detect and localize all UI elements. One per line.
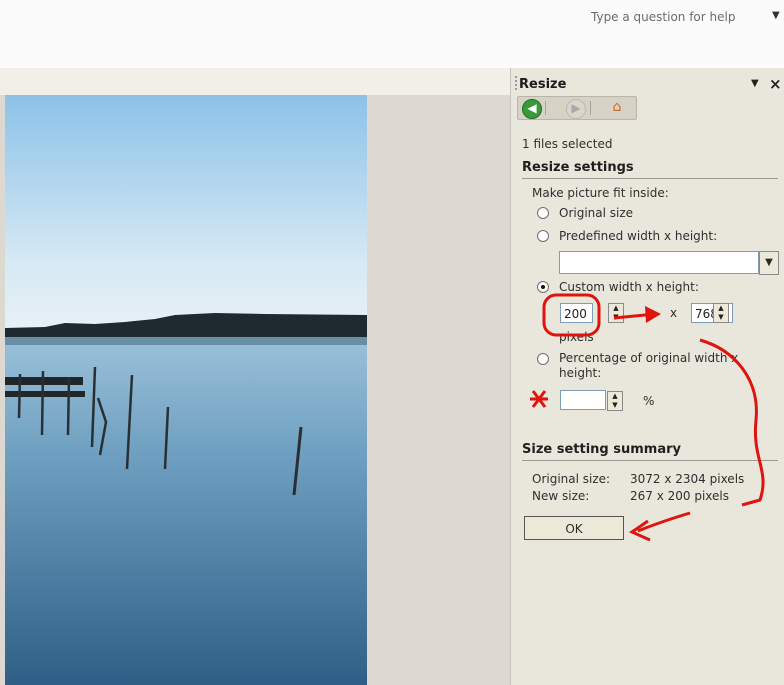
divider	[522, 460, 778, 461]
ok-button[interactable]: OK	[524, 516, 624, 540]
pixels-label: pixels	[559, 330, 594, 344]
make-fit-label: Make picture fit inside:	[532, 186, 669, 200]
width-spinner[interactable]: ▲ ▼	[608, 303, 624, 323]
predefined-size-radio[interactable]	[537, 230, 549, 242]
home-icon[interactable]: ⌂	[608, 99, 626, 117]
height-spinner[interactable]: ▲ ▼	[713, 303, 729, 323]
custom-width-input[interactable]: 200	[560, 303, 593, 323]
predefined-size-label[interactable]: Predefined width x height:	[559, 229, 717, 243]
times-label: x	[670, 306, 678, 320]
nav-separator	[590, 101, 591, 115]
close-icon[interactable]: ×	[769, 75, 782, 93]
resize-settings-heading: Resize settings	[522, 160, 634, 175]
pane-menu-dropdown-icon[interactable]: ▼	[751, 78, 759, 89]
predefined-size-select[interactable]	[559, 251, 759, 274]
new-size-summary-value: 267 x 200 pixels	[630, 489, 730, 503]
divider	[522, 178, 778, 179]
original-size-label[interactable]: Original size	[559, 206, 633, 220]
document-area	[0, 68, 510, 685]
dropdown-arrow-icon[interactable]: ▼	[759, 251, 779, 275]
lake-photo	[5, 95, 367, 685]
percent-symbol: %	[643, 394, 655, 408]
help-bar: Type a question for help ▼	[0, 0, 784, 68]
size-summary-heading: Size setting summary	[522, 442, 681, 457]
files-selected-text: 1 files selected	[522, 137, 613, 151]
document-top-strip	[0, 68, 510, 95]
help-question-input[interactable]: Type a question for help	[591, 10, 735, 24]
original-size-summary-value: 3072 x 2304 pixels	[630, 472, 745, 486]
custom-size-radio[interactable]	[537, 281, 549, 293]
percentage-spinner[interactable]: ▲ ▼	[607, 391, 623, 411]
percentage-label[interactable]: Percentage of original width x height:	[559, 351, 764, 381]
forward-arrow-icon[interactable]: ▶	[566, 99, 586, 119]
percentage-input[interactable]	[560, 390, 606, 410]
original-size-summary-label: Original size:	[532, 472, 611, 486]
new-size-summary-label: New size:	[532, 489, 590, 503]
pane-title: Resize	[519, 77, 567, 92]
help-dropdown-icon[interactable]: ▼	[772, 10, 780, 21]
custom-size-label[interactable]: Custom width x height:	[559, 280, 699, 294]
original-size-radio[interactable]	[537, 207, 549, 219]
nav-separator	[545, 101, 546, 115]
pane-navigation: ◀ ▶ ⌂	[517, 96, 637, 120]
back-arrow-icon[interactable]: ◀	[522, 99, 542, 119]
percentage-radio[interactable]	[537, 353, 549, 365]
